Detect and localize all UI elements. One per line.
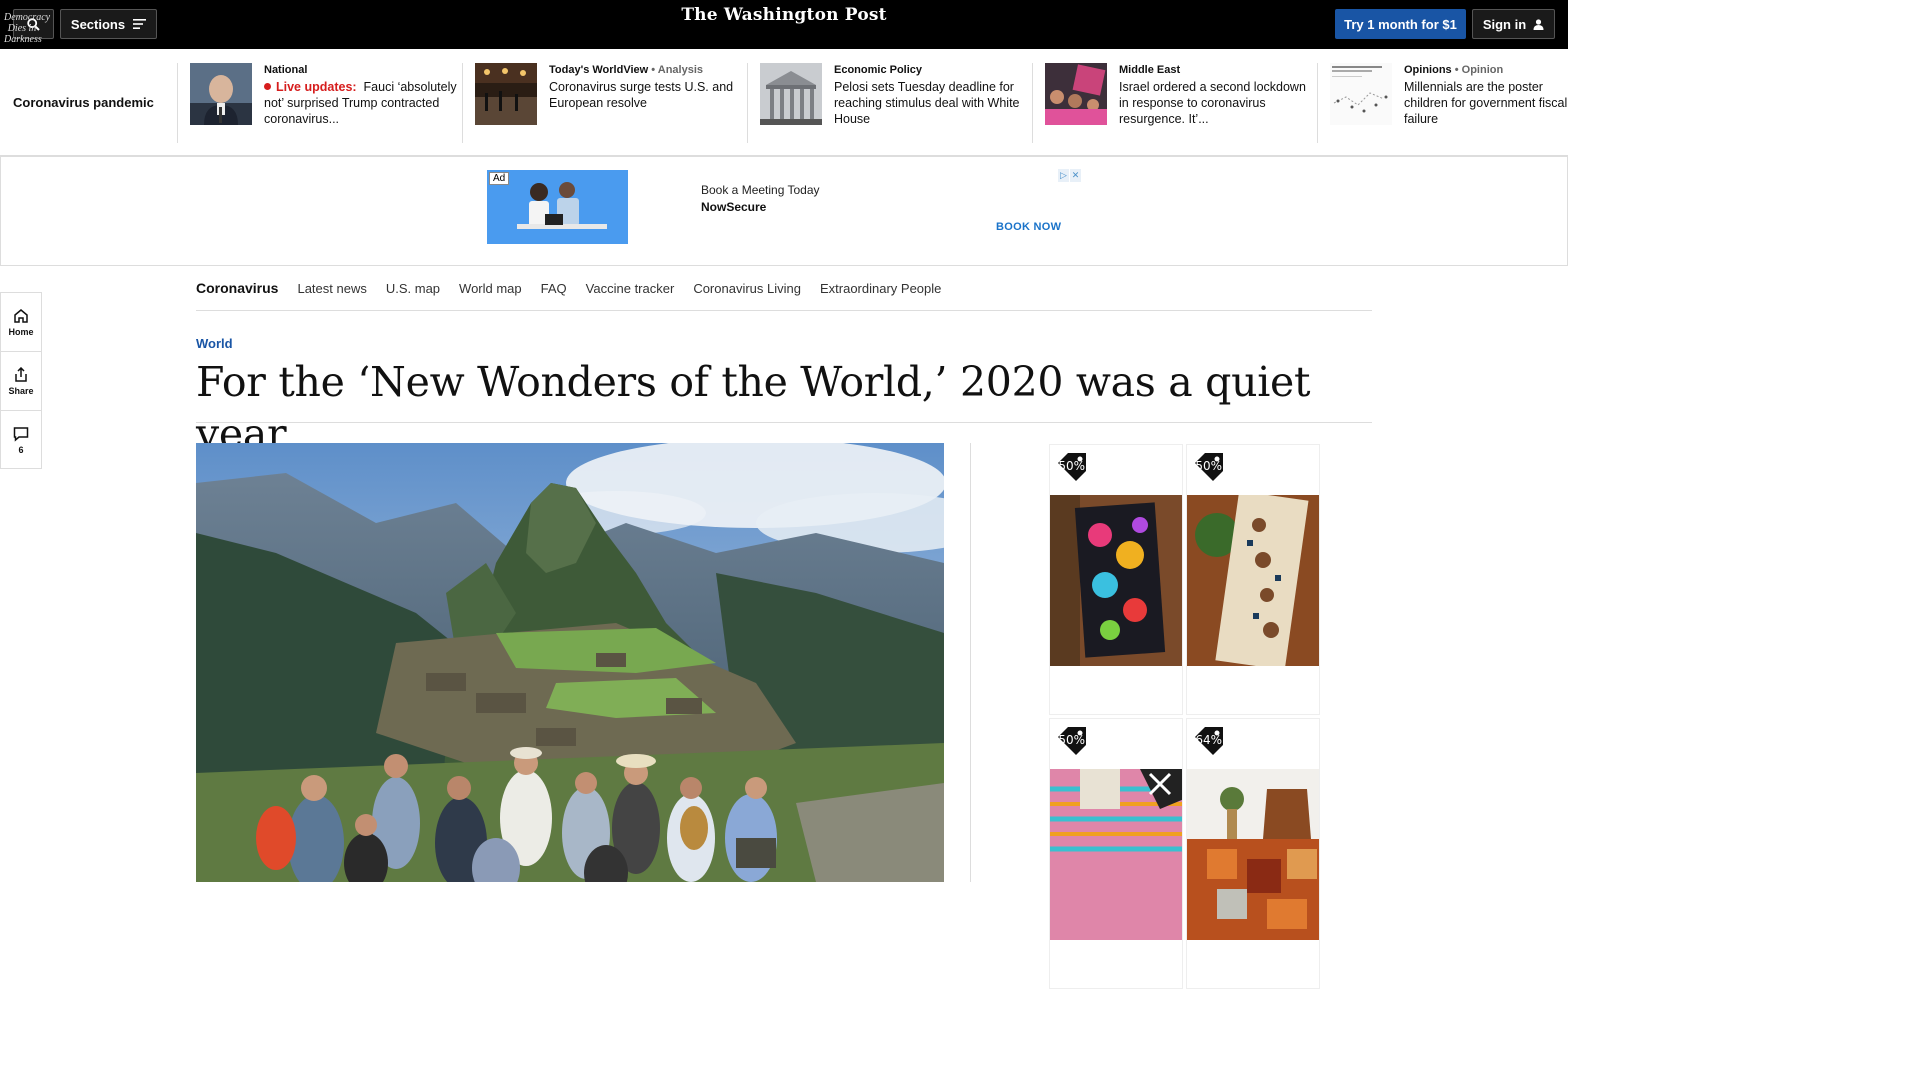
share-button[interactable]: Share bbox=[1, 352, 41, 411]
strip-headline[interactable]: Israel ordered a second lockdown in resp… bbox=[1119, 79, 1315, 127]
ad-book-now-button[interactable]: BOOK NOW bbox=[996, 221, 1061, 233]
top-navigation-bar: Sections The Washington Post Democracy D… bbox=[0, 0, 1568, 49]
discount-label: -50% bbox=[1191, 459, 1223, 473]
strip-kicker: Middle East bbox=[1119, 64, 1181, 76]
ad-brand[interactable]: NowSecure bbox=[701, 200, 766, 214]
strip-kicker: Economic Policy bbox=[834, 64, 923, 76]
subnav-latest-news[interactable]: Latest news bbox=[297, 281, 366, 296]
strip-kicker-text: Today's WorldView bbox=[549, 64, 649, 76]
comment-icon bbox=[13, 427, 29, 442]
strip-kicker: National bbox=[264, 64, 308, 76]
discount-label: -50% bbox=[1054, 459, 1086, 473]
ad-title[interactable]: Book a Meeting Today bbox=[701, 183, 820, 197]
product-card[interactable]: -50% bbox=[1049, 718, 1183, 989]
product-image-rug[interactable] bbox=[1187, 495, 1319, 666]
headline-strip: Coronavirus pandemic National Live updat… bbox=[0, 49, 1568, 156]
strip-headline[interactable]: Coronavirus surge tests U.S. and Europea… bbox=[549, 79, 745, 111]
strip-kicker-text: Opinions bbox=[1404, 64, 1452, 76]
strip-headline[interactable]: Live updates: Fauci ‘absolutely not’ sur… bbox=[264, 79, 460, 127]
strip-headline[interactable]: Millennials are the poster children for … bbox=[1404, 79, 1574, 127]
strip-kicker: Opinions • Opinion bbox=[1404, 63, 1574, 77]
subnav-coronavirus-living[interactable]: Coronavirus Living bbox=[693, 281, 801, 296]
strip-thumbnail[interactable] bbox=[475, 63, 537, 125]
strip-thumbnail[interactable] bbox=[760, 63, 822, 125]
site-logo[interactable]: The Washington Post Democracy Dies in Da… bbox=[0, 5, 1568, 45]
subscribe-button[interactable]: Try 1 month for $1 bbox=[1335, 9, 1466, 39]
ad-badge: Ad bbox=[489, 172, 510, 185]
logo-tagline: Democracy Dies in Darkness bbox=[4, 12, 51, 45]
comments-count: 6 bbox=[18, 445, 24, 455]
strip-label[interactable]: Coronavirus pandemic bbox=[13, 95, 154, 110]
strip-thumbnail[interactable] bbox=[1045, 63, 1107, 125]
coronavirus-subnav: Coronavirus Latest news U.S. map World m… bbox=[196, 266, 1372, 311]
live-updates-label: Live updates: bbox=[276, 80, 357, 94]
comments-button[interactable]: 6 bbox=[1, 411, 41, 470]
title-divider bbox=[196, 422, 1372, 423]
product-card[interactable]: -64% bbox=[1186, 718, 1320, 989]
product-image-rug[interactable] bbox=[1050, 495, 1182, 666]
strip-kicker-sub: • Analysis bbox=[651, 64, 704, 76]
article-section-label[interactable]: World bbox=[196, 336, 233, 351]
strip-thumbnail[interactable] bbox=[190, 63, 252, 125]
sign-in-label: Sign in bbox=[1482, 16, 1527, 32]
strip-divider bbox=[1032, 63, 1033, 143]
product-image-rug[interactable] bbox=[1187, 769, 1319, 940]
subnav-main[interactable]: Coronavirus bbox=[196, 280, 278, 296]
subnav-us-map[interactable]: U.S. map bbox=[386, 281, 440, 296]
live-dot-icon bbox=[264, 83, 271, 90]
product-image-rug[interactable] bbox=[1050, 769, 1182, 940]
subnav-faq[interactable]: FAQ bbox=[541, 281, 567, 296]
column-divider bbox=[970, 443, 971, 882]
subnav-extraordinary-people[interactable]: Extraordinary People bbox=[820, 281, 941, 296]
share-icon bbox=[15, 366, 27, 382]
ad-choices[interactable]: ▷ ✕ bbox=[1058, 169, 1082, 182]
product-card[interactable]: -50% bbox=[1186, 444, 1320, 715]
subnav-vaccine-tracker[interactable]: Vaccine tracker bbox=[586, 281, 675, 296]
ad-choices-icon[interactable]: ▷ bbox=[1058, 169, 1069, 182]
strip-divider bbox=[1317, 63, 1318, 143]
strip-headline[interactable]: Pelosi sets Tuesday deadline for reachin… bbox=[834, 79, 1030, 127]
strip-divider bbox=[747, 63, 748, 143]
strip-kicker-sub: • Opinion bbox=[1454, 64, 1504, 76]
logo-wordmark: The Washington Post bbox=[681, 5, 887, 25]
ad-image[interactable]: Ad bbox=[487, 170, 628, 244]
home-icon bbox=[14, 308, 28, 323]
strip-kicker: Today's WorldView • Analysis bbox=[549, 63, 745, 77]
subnav-world-map[interactable]: World map bbox=[459, 281, 522, 296]
close-icon[interactable]: ✕ bbox=[1070, 169, 1081, 182]
product-card[interactable]: -50% bbox=[1049, 444, 1183, 715]
share-label: Share bbox=[8, 385, 34, 396]
strip-divider bbox=[177, 63, 178, 143]
user-icon bbox=[1533, 18, 1544, 30]
home-button[interactable]: Home bbox=[1, 293, 41, 352]
ad-banner: Ad Book a Meeting Today NowSecure BOOK N… bbox=[0, 156, 1568, 266]
hero-image-machu-picchu[interactable] bbox=[196, 443, 944, 882]
sign-in-button[interactable]: Sign in bbox=[1472, 9, 1555, 39]
strip-divider bbox=[462, 63, 463, 143]
side-rail: Home Share 6 bbox=[0, 292, 42, 469]
discount-label: -64% bbox=[1191, 733, 1223, 747]
home-label: Home bbox=[8, 326, 34, 337]
strip-thumbnail[interactable] bbox=[1330, 63, 1392, 125]
product-ad-grid: ▷ ✕ -50% -50% -50% -64% bbox=[1049, 444, 1321, 989]
discount-label: -50% bbox=[1054, 733, 1086, 747]
